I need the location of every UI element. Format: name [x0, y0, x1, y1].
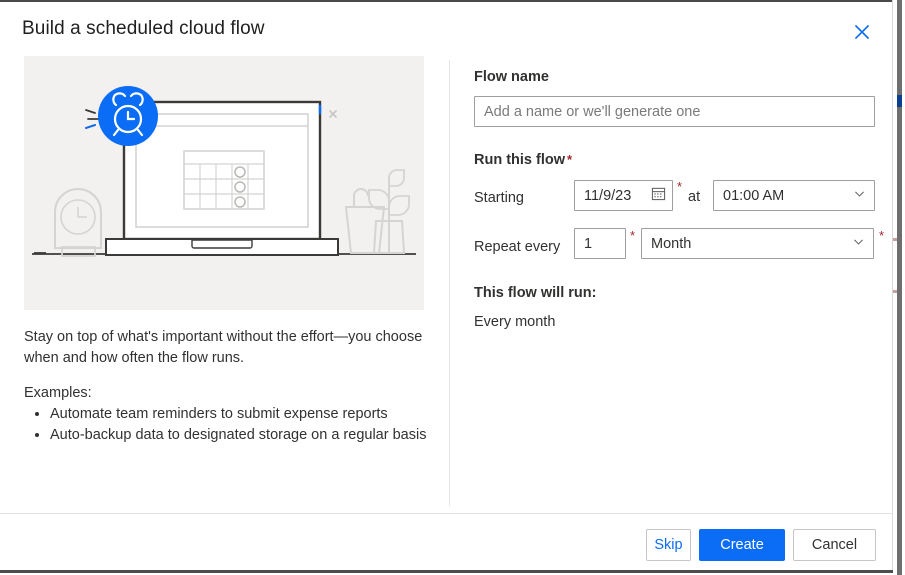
calendar-icon — [651, 186, 666, 205]
repeat-every-label: Repeat every — [474, 239, 561, 255]
flow-name-label: Flow name — [474, 69, 549, 85]
skip-button[interactable]: Skip — [646, 529, 691, 561]
chevron-down-icon — [852, 235, 865, 252]
run-this-flow-text: Run this flow — [474, 152, 566, 168]
start-date-value: 11/9/23 — [584, 187, 632, 204]
examples-list: Automate team reminders to submit expens… — [24, 404, 445, 446]
start-date-required-asterisk: * — [677, 179, 683, 194]
chevron-down-icon — [853, 187, 866, 204]
window-bottom-border — [0, 570, 893, 573]
examples-label: Examples: — [24, 385, 92, 401]
window-top-border — [0, 0, 893, 2]
repeat-count-input[interactable]: 1 — [574, 228, 626, 259]
flow-name-input[interactable] — [474, 96, 875, 127]
required-asterisk: * — [567, 152, 573, 167]
repeat-count-required-asterisk: * — [630, 228, 636, 243]
background-mark — [893, 290, 897, 293]
scheduled-flow-dialog-screen: Build a scheduled cloud flow Stay on top… — [0, 0, 905, 575]
start-time-value: 01:00 AM — [723, 187, 785, 204]
lead-description: Stay on top of what's important without … — [24, 329, 423, 366]
background-page — [893, 0, 905, 575]
close-icon[interactable] — [848, 18, 876, 46]
repeat-unit-value: Month — [651, 235, 692, 252]
summary-value: Every month — [474, 314, 556, 330]
start-time-dropdown[interactable]: 01:00 AM — [713, 180, 875, 211]
hero-illustration — [24, 56, 424, 310]
repeat-unit-dropdown[interactable]: Month — [641, 228, 874, 259]
background-scrollbar-thumb[interactable] — [897, 95, 902, 107]
background-scrollbar[interactable] — [897, 0, 902, 575]
page-title: Build a scheduled cloud flow — [22, 18, 265, 39]
run-this-flow-label: Run this flow * — [474, 152, 572, 168]
dialog-right-border — [892, 0, 893, 571]
at-label: at — [688, 189, 701, 205]
cancel-button[interactable]: Cancel — [793, 529, 876, 561]
footer-separator — [0, 513, 893, 514]
list-item: Auto-backup data to designated storage o… — [50, 425, 445, 445]
repeat-count-value: 1 — [584, 235, 593, 252]
start-date-picker[interactable]: 11/9/23 — [574, 180, 673, 211]
repeat-unit-required-asterisk: * — [879, 228, 885, 243]
summary-label: This flow will run: — [474, 285, 597, 301]
list-item: Automate team reminders to submit expens… — [50, 404, 445, 424]
create-button[interactable]: Create — [699, 529, 785, 561]
pane-divider — [449, 60, 450, 506]
starting-label: Starting — [474, 190, 524, 206]
background-mark — [893, 238, 897, 241]
